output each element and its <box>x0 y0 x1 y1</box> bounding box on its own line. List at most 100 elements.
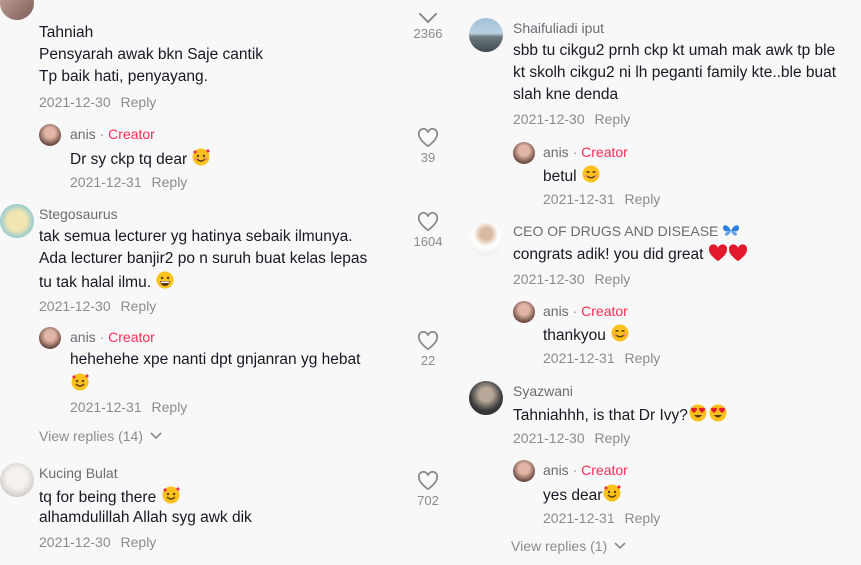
heart-eyes-emoji <box>688 403 708 430</box>
heart-eyes-emoji <box>708 403 728 430</box>
comment-text: Tahniah <box>39 24 94 41</box>
reply-button[interactable]: Reply <box>595 271 631 287</box>
reply-date: 2021-12-31 <box>70 399 142 415</box>
comment-text: tu tak halal ilmu. <box>39 270 175 297</box>
reply-button[interactable]: Reply <box>152 174 188 190</box>
separator-dot: · <box>99 329 105 345</box>
comment-username[interactable]: Syazwani <box>513 383 573 399</box>
username[interactable]: anis <box>70 329 96 345</box>
creator-avatar[interactable] <box>513 460 535 482</box>
view-replies-label[interactable]: View replies (1) <box>511 538 607 554</box>
creator-avatar[interactable] <box>513 301 535 323</box>
heart-outline-icon <box>417 212 439 232</box>
comment-date: 2021-12-30 <box>39 94 111 110</box>
comment-text-content: tu tak halal ilmu. <box>39 274 151 291</box>
comment-username[interactable]: CEO OF DRUGS AND DISEASE <box>513 223 740 242</box>
comment-text: Pensyarah awak bkn Saje cantik <box>39 46 264 63</box>
comment-date: 2021-12-30 <box>39 534 111 550</box>
like-count: 1604 <box>413 234 443 249</box>
like-button[interactable]: 22 <box>406 331 450 368</box>
reply-date: 2021-12-31 <box>543 191 615 207</box>
heart-outline-icon <box>417 331 439 351</box>
reply-meta: 2021-12-31 Reply <box>70 399 187 415</box>
like-count: 702 <box>417 493 439 508</box>
reply-username[interactable]: anis · Creator <box>543 303 628 319</box>
like-button[interactable]: 1604 <box>406 212 450 249</box>
heart-outline-icon <box>417 471 439 491</box>
reply-button[interactable]: Reply <box>121 534 157 550</box>
reply-button[interactable]: Reply <box>121 298 157 314</box>
reply-text: Dr sy ckp tq dear <box>70 147 211 174</box>
reply-meta: 2021-12-31 Reply <box>543 191 660 207</box>
reply-text-content: yes dear <box>543 487 603 504</box>
comment-date: 2021-12-30 <box>513 271 585 287</box>
comment-text-content: congrats adik! you did great <box>513 246 704 263</box>
comment-username[interactable]: Kucing Bulat <box>39 465 118 481</box>
reply-button[interactable]: Reply <box>625 191 661 207</box>
like-count: 22 <box>420 353 436 368</box>
reply-date: 2021-12-31 <box>70 174 142 190</box>
comment-username[interactable]: Stegosaurus <box>39 206 118 222</box>
reply-date: 2021-12-31 <box>543 350 615 366</box>
collapse-control[interactable]: 2366 <box>406 12 450 41</box>
comment-text: slah kne denda <box>513 86 619 103</box>
view-replies-button[interactable]: View replies (1) <box>511 538 626 554</box>
comment-meta: 2021-12-30 Reply <box>513 430 630 446</box>
username[interactable]: anis <box>543 462 569 478</box>
comment-meta: 2021-12-30 Reply <box>513 111 630 127</box>
reply-button[interactable]: Reply <box>595 430 631 446</box>
commenter-avatar[interactable] <box>469 381 503 415</box>
reply-button[interactable]: Reply <box>121 94 157 110</box>
comment-text-content: tq for being there <box>39 489 157 506</box>
separator-dot: · <box>572 303 578 319</box>
reply-meta: 2021-12-31 Reply <box>543 350 660 366</box>
creator-avatar[interactable] <box>39 124 61 146</box>
comment-text: Ada lecturer banjir2 po n suruh buat kel… <box>39 250 368 267</box>
reply-button[interactable]: Reply <box>625 510 661 526</box>
commenter-avatar[interactable] <box>0 204 34 238</box>
smiling-face-with-hearts-emoji <box>70 372 90 399</box>
reply-meta: 2021-12-31 Reply <box>543 510 660 526</box>
smiling-face-emoji <box>581 164 601 191</box>
creator-avatar[interactable] <box>39 327 61 349</box>
commenter-avatar[interactable] <box>0 0 34 20</box>
smiling-face-with-hearts-emoji <box>191 147 211 174</box>
username[interactable]: anis <box>70 126 96 142</box>
reply-username[interactable]: anis · Creator <box>70 126 155 142</box>
username[interactable]: CEO OF DRUGS AND DISEASE <box>513 223 718 239</box>
reply-text-content: thankyou <box>543 327 606 344</box>
like-count: 39 <box>420 150 436 165</box>
heart-outline-icon <box>417 128 439 148</box>
commenter-avatar[interactable] <box>0 463 34 497</box>
comment-text: tak semua lecturer yg hatinya sebaik ilm… <box>39 228 353 245</box>
smiling-face-emoji <box>610 323 630 350</box>
creator-badge: Creator <box>581 144 628 160</box>
creator-avatar[interactable] <box>513 142 535 164</box>
red-heart-emoji <box>708 244 728 269</box>
red-heart-emoji <box>728 244 748 269</box>
view-replies-label[interactable]: View replies (14) <box>39 428 143 444</box>
commenter-avatar[interactable] <box>469 18 503 52</box>
like-button[interactable]: 702 <box>406 471 450 508</box>
reply-text <box>70 372 90 399</box>
like-button[interactable]: 39 <box>406 128 450 165</box>
reply-username[interactable]: anis · Creator <box>70 329 155 345</box>
view-replies-button[interactable]: View replies (14) <box>39 428 162 444</box>
reply-text: yes dear <box>543 483 622 510</box>
reply-username[interactable]: anis · Creator <box>543 462 628 478</box>
reply-button[interactable]: Reply <box>595 111 631 127</box>
comment-date: 2021-12-30 <box>39 298 111 314</box>
reply-username[interactable]: anis · Creator <box>543 144 628 160</box>
commenter-avatar[interactable] <box>469 222 503 256</box>
grinning-face-emoji <box>155 270 175 297</box>
comments-column-left: 2366 Tahniah Pensyarah awak bkn Saje can… <box>0 0 455 565</box>
reply-button[interactable]: Reply <box>152 399 188 415</box>
separator-dot: · <box>572 144 578 160</box>
comment-username[interactable]: Shaifuliadi iput <box>513 20 604 36</box>
username[interactable]: anis <box>543 144 569 160</box>
comment-meta: 2021-12-30 Reply <box>39 94 156 110</box>
reply-button[interactable]: Reply <box>625 350 661 366</box>
comments-column-right: Shaifuliadi iput sbb tu cikgu2 prnh ckp … <box>455 0 861 565</box>
username[interactable]: anis <box>543 303 569 319</box>
comment-date: 2021-12-30 <box>513 430 585 446</box>
